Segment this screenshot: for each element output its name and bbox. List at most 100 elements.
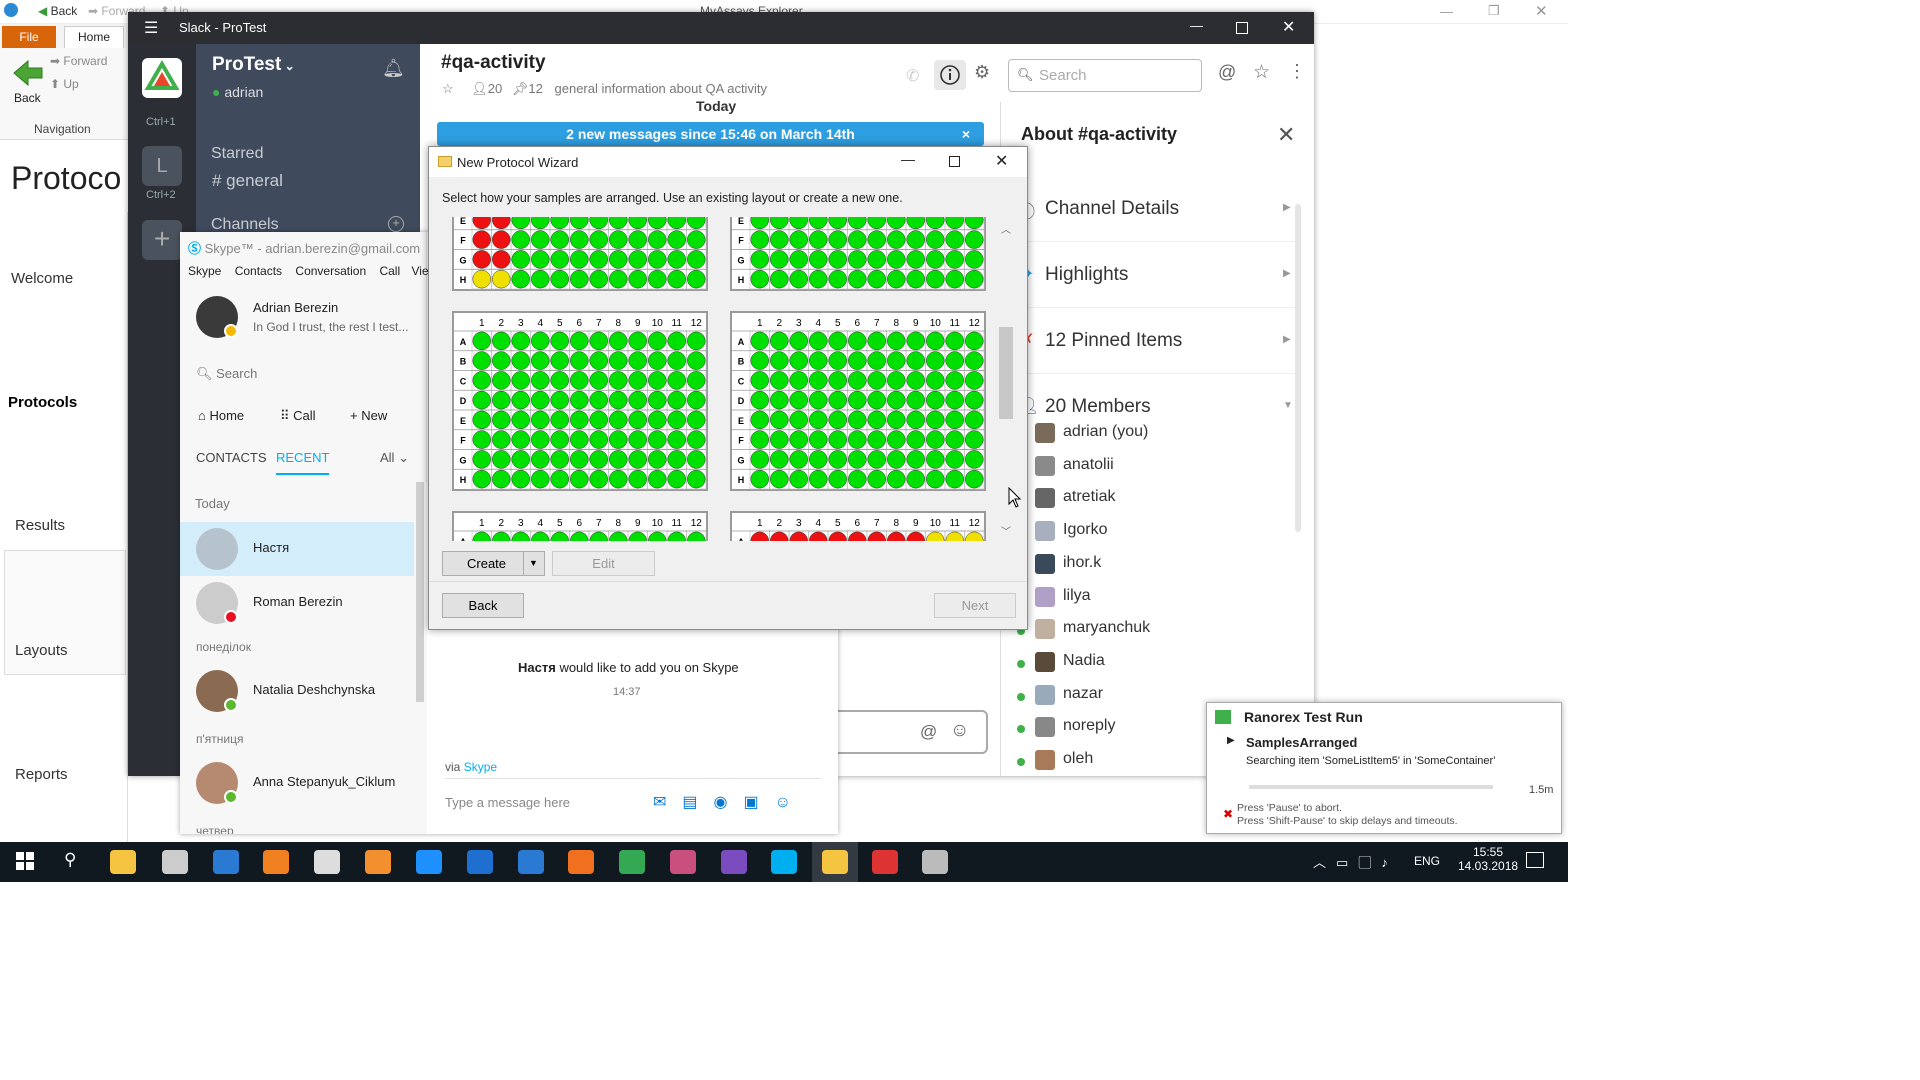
ie-icon[interactable] [416,850,442,874]
new-messages-banner[interactable]: 2 new messages since 15:46 on March 14th… [437,122,984,146]
scroll-thumb[interactable] [999,327,1013,419]
create-button[interactable]: Create ▼ [442,551,545,576]
quick-back-button[interactable]: ◀ Back [38,4,77,18]
plate-layout-thumbnail[interactable]: 123456789101112ABCDEFGH [452,511,708,541]
nav-up-button[interactable]: ⬆ Up [50,77,79,91]
filter-dropdown[interactable]: All ⌄ [380,450,409,466]
team-l-button[interactable]: L [142,146,182,186]
list-item[interactable]: Anna Stepanyuk_Ciklum [180,756,414,810]
menu-conversation[interactable]: Conversation [295,264,366,278]
tab-home[interactable]: Home [64,26,124,48]
about-scrollbar[interactable] [1295,204,1301,532]
close-about-icon[interactable]: ✕ [1277,122,1295,148]
menu-skype[interactable]: Skype [188,264,221,278]
section-pinned-items[interactable]: ✗ 12 Pinned Items ▶ [1001,310,1301,374]
home-button[interactable]: ⌂ Home [198,408,244,423]
tray-chevron-icon[interactable]: ︿ [1313,855,1336,870]
message-input[interactable]: Type a message here [445,795,570,810]
explorer-close-button[interactable]: ✕ [1535,2,1548,20]
chrome-icon[interactable] [619,850,645,874]
sidebar-item-layouts[interactable]: Layouts [0,642,124,659]
team-protest-button[interactable] [142,58,182,98]
list-item[interactable]: Natalia Deshchynska [180,664,414,718]
wizard-close-button[interactable]: ✕ [995,151,1008,171]
wizard-minimize-button[interactable]: — [901,151,915,167]
mentions-icon[interactable]: @ [1218,62,1236,83]
plate-layout-thumbnail[interactable]: 123456789101112ABCDEFGH [452,217,708,291]
member-row[interactable]: adrian (you) [1001,420,1291,450]
skype-app-icon[interactable] [213,850,239,874]
language-indicator[interactable]: ENG [1414,854,1440,868]
section-members[interactable]: 👤︎ 20 Members ▼ [1001,376,1301,417]
slack-close-button[interactable]: ✕ [1282,17,1295,37]
network-icon[interactable]: ▢ [1358,855,1381,870]
visual-studio-icon[interactable] [721,850,747,874]
video-message-icon[interactable]: ◉ [714,794,744,811]
file-icon[interactable]: ▤ [682,794,713,811]
mention-icon[interactable]: @ [920,722,937,742]
edit-button[interactable]: Edit [552,551,655,576]
edge-icon[interactable] [467,850,493,874]
expand-icon[interactable]: ▶ [1227,735,1235,746]
windows-start-button[interactable] [16,852,34,870]
starred-items-icon[interactable]: ☆ [1253,61,1270,84]
dropdown-arrow-icon[interactable]: ▼ [529,552,538,575]
list-item[interactable]: Настя [180,522,414,576]
volume-icon[interactable]: ♪ [1381,855,1398,870]
sidebar-item-results[interactable]: Results [0,517,124,534]
sidebar-item-reports[interactable]: Reports [0,766,124,783]
star-icon[interactable]: ☆ [442,81,454,96]
member-count[interactable]: 20 [488,81,502,96]
next-button[interactable]: Next [934,593,1016,618]
call-icon[interactable]: ✆ [906,66,919,86]
member-row[interactable]: ihor.k [1001,551,1291,581]
nav-forward-button[interactable]: ➡ Forward [50,54,107,68]
ranorex-icon[interactable] [872,850,898,874]
back-button[interactable]: Back [442,593,524,618]
slack-minimize-button[interactable]: — [1190,18,1203,33]
member-row[interactable]: Nadia [1001,649,1291,679]
tab-contacts[interactable]: CONTACTS [196,450,267,465]
recent-scrollbar[interactable] [416,482,424,702]
scroll-up-icon[interactable]: ︿ [1001,221,1011,236]
new-button[interactable]: + New [350,408,387,423]
stop-icon[interactable]: ✖ [1223,807,1233,821]
via-skype-link[interactable]: Skype [464,760,497,774]
channel-info-button[interactable] [934,60,966,90]
add-team-button[interactable]: + [142,220,182,260]
search-icon[interactable]: ⚲ [64,850,76,870]
add-channel-icon[interactable]: + [388,216,404,232]
bell-icon[interactable]: 🔔︎ [382,58,405,79]
wizard-maximize-button[interactable] [949,156,960,167]
firefox-icon[interactable] [568,850,594,874]
section-channel-details[interactable]: ⓘ Channel Details ▶ [1001,178,1301,242]
message-input[interactable]: @ ☺ [834,710,988,754]
nav-back-button[interactable] [10,56,44,90]
contact-card-icon[interactable]: ▣ [744,794,775,811]
section-highlights[interactable]: ✦ Highlights ▶ [1001,244,1301,308]
tab-file[interactable]: File [2,26,56,48]
explorer-minimize-button[interactable]: — [1440,4,1453,19]
sidebar-item-protocols[interactable]: Protocols [0,394,124,411]
plate-layout-thumbnail[interactable]: 123456789101112ABCDEFGH [730,511,986,541]
explorer-maximize-button[interactable]: ❐ [1488,3,1500,19]
emoticon-icon[interactable]: ☺ [775,794,807,811]
app-window-icon[interactable] [922,850,948,874]
skype-search[interactable]: 🔍︎ Search [196,366,257,382]
tab-recent[interactable]: RECENT [276,450,330,475]
cortana-icon[interactable] [162,850,188,874]
plate-layout-thumbnail[interactable]: 123456789101112ABCDEFGH [452,311,708,491]
workspace-name[interactable]: ProTest ⌄ [212,54,295,76]
channel-general[interactable]: # general [212,171,283,191]
file-explorer-icon[interactable] [110,850,136,874]
thunderbird-icon[interactable] [518,850,544,874]
clock[interactable]: 15:55 14.03.2018 [1458,845,1518,873]
slack-maximize-button[interactable] [1236,22,1248,34]
emoji-icon[interactable]: ☺ [950,720,969,742]
member-row[interactable]: anatolii [1001,453,1291,483]
hamburger-menu-icon[interactable]: ☰ [144,18,158,38]
plate-layout-thumbnail[interactable]: 123456789101112ABCDEFGH [730,311,986,491]
list-item[interactable]: Roman Berezin [180,576,414,630]
scroll-down-icon[interactable]: ﹀ [1001,523,1011,538]
pinned-count[interactable]: 12 [528,81,542,96]
